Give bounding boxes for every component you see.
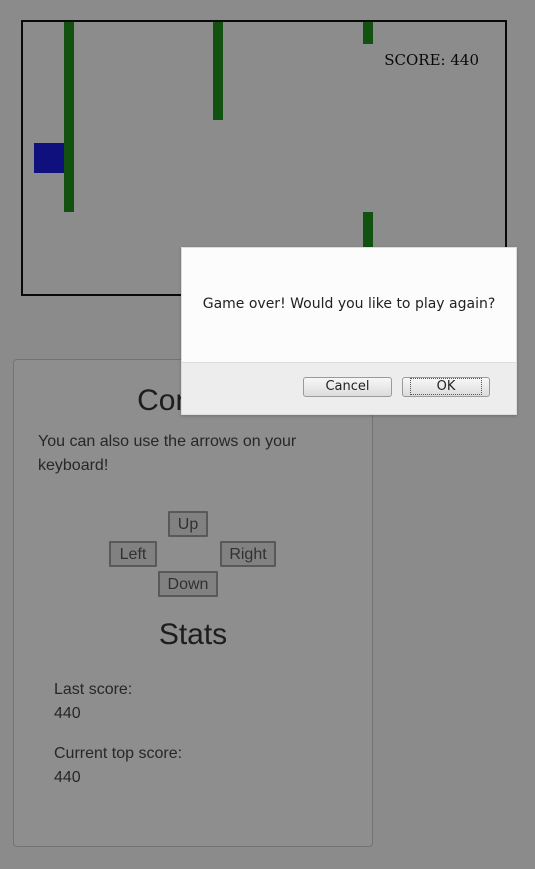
game-over-dialog: Game over! Would you like to play again?… xyxy=(181,247,517,415)
dialog-message: Game over! Would you like to play again? xyxy=(202,296,496,312)
cancel-button[interactable]: Cancel xyxy=(303,377,392,397)
modal-overlay xyxy=(0,0,535,869)
ok-button[interactable]: OK xyxy=(402,377,490,397)
ok-button-label: OK xyxy=(409,378,483,395)
dialog-footer: Cancel OK xyxy=(182,362,516,414)
